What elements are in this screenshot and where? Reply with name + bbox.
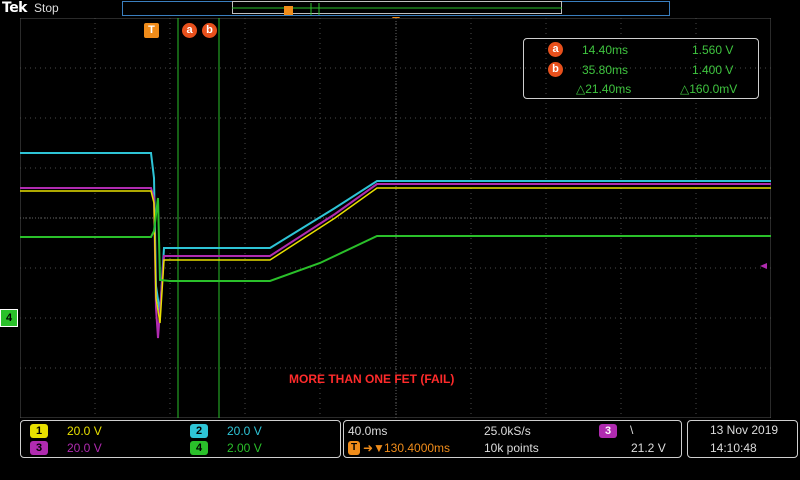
trigger-level[interactable]: 21.2 V — [631, 441, 666, 455]
ch4-scale[interactable]: 2.00 V — [227, 441, 262, 455]
time: 14:10:48 — [710, 441, 757, 455]
cursor-readout: a 14.40ms 1.560 V b 35.80ms 1.400 V △21.… — [523, 38, 759, 99]
ch2-badge[interactable]: 2 — [190, 424, 208, 438]
record-markers — [232, 3, 562, 18]
ch3-ref-arrow — [760, 263, 767, 269]
cursor-b-badge: b — [548, 62, 563, 77]
cursor-b-marker[interactable]: b — [202, 23, 217, 38]
trigger-slope-icon[interactable]: \ — [630, 423, 633, 437]
cursor-a-voltage: 1.560 V — [692, 43, 734, 57]
ch4-ground-marker[interactable]: 4 — [0, 309, 18, 327]
cursor-delta-time: △21.40ms — [576, 82, 632, 96]
date: 13 Nov 2019 — [710, 423, 779, 437]
ch3-scale[interactable]: 20.0 V — [67, 441, 102, 455]
cursor-a-badge: a — [548, 42, 563, 57]
cursor-b-time: 35.80ms — [582, 63, 629, 77]
sample-rate: 25.0kS/s — [484, 424, 531, 438]
record-length: 10k points — [484, 441, 539, 455]
cursor-b-voltage: 1.400 V — [692, 63, 734, 77]
cursor-a-marker[interactable]: a — [182, 23, 197, 38]
ch2-scale[interactable]: 20.0 V — [227, 424, 262, 438]
trigger-position-marker: T — [144, 23, 159, 38]
fail-annotation: MORE THAN ONE FET (FAIL) — [289, 372, 455, 386]
acquisition-settings: 40.0ms 25.0kS/s T ➜▼ 130.4000ms 10k poin… — [343, 420, 682, 458]
ch4-badge[interactable]: 4 — [190, 441, 208, 455]
top-status-bar: Tek Stop — [0, 0, 800, 18]
cursor-a-time: 14.40ms — [582, 43, 629, 57]
trigger-source-badge[interactable]: 3 — [599, 424, 617, 438]
ch1-badge[interactable]: 1 — [30, 424, 48, 438]
cursor-delta-voltage: △160.0mV — [680, 82, 738, 96]
channel-settings: 1 20.0 V 2 20.0 V 3 20.0 V 4 2.00 V — [20, 420, 341, 458]
delay-arrow-icon: ➜▼ — [363, 441, 385, 455]
ch1-scale[interactable]: 20.0 V — [67, 424, 102, 438]
trigger-delay[interactable]: 130.4000ms — [384, 441, 450, 455]
ch3-badge[interactable]: 3 — [30, 441, 48, 455]
timebase-scale[interactable]: 40.0ms — [348, 424, 387, 438]
datetime-panel: 13 Nov 2019 14:10:48 — [687, 420, 798, 458]
trigger-delay-icon: T — [348, 441, 360, 455]
